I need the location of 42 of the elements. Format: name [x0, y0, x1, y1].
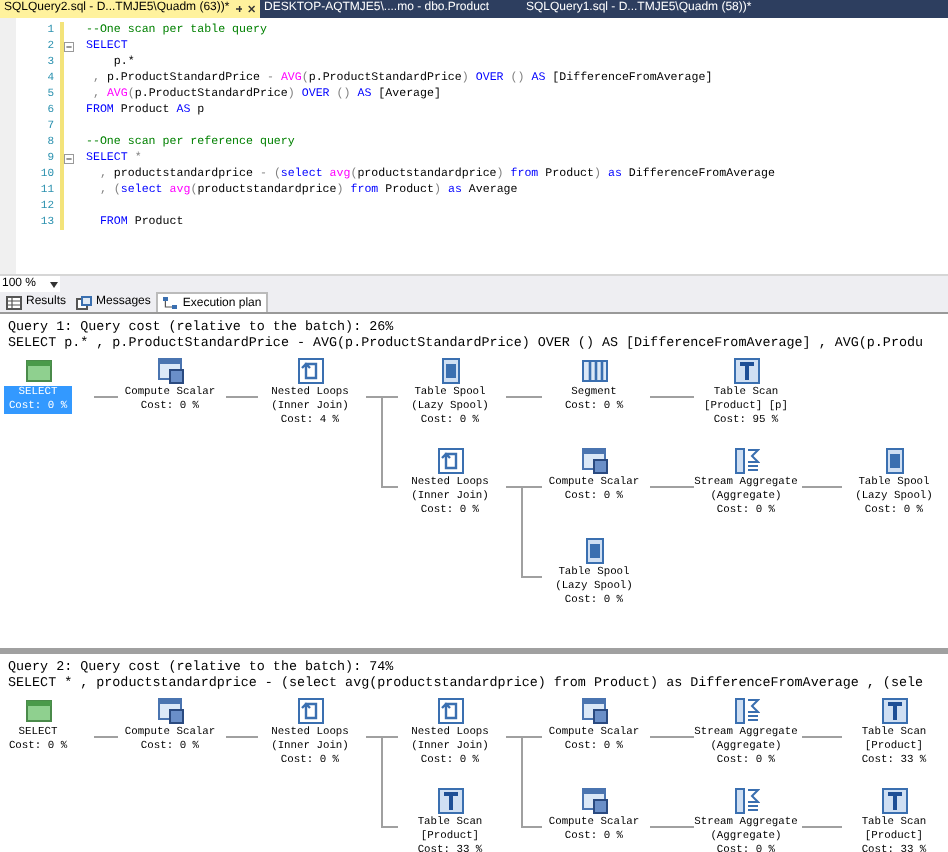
result-table-icon	[25, 698, 51, 724]
aggregate-icon	[733, 788, 759, 814]
loop-icon	[297, 698, 323, 724]
loop-icon	[437, 698, 463, 724]
aggregate-icon	[733, 698, 759, 724]
connector-line	[505, 396, 543, 398]
aggregate-icon	[733, 448, 759, 474]
plan-tree-icon	[162, 296, 179, 310]
spool-icon	[881, 448, 907, 474]
loop-icon	[437, 448, 463, 474]
connector-line	[649, 736, 695, 738]
connector-line	[225, 736, 259, 738]
calculator-table-icon	[581, 698, 607, 724]
calculator-table-icon	[157, 358, 183, 384]
grid-icon	[6, 295, 22, 309]
connector-line	[801, 826, 843, 828]
segment-icon	[581, 358, 607, 384]
close-icon[interactable]	[248, 4, 256, 14]
connector-line	[649, 486, 695, 488]
spool-icon	[581, 538, 607, 564]
spool-icon	[437, 358, 463, 384]
pin-icon[interactable]	[235, 4, 243, 14]
connector-line	[801, 486, 843, 488]
caret-icon	[50, 281, 58, 287]
connector-line	[649, 396, 695, 398]
document-icon	[76, 295, 93, 309]
table-scan-icon	[881, 788, 907, 814]
connector-line	[649, 826, 695, 828]
calculator-table-icon	[581, 788, 607, 814]
connector-line	[225, 396, 259, 398]
table-scan-icon	[881, 698, 907, 724]
table-scan-icon	[437, 788, 463, 814]
result-table-icon	[25, 358, 51, 384]
connector-line	[93, 736, 119, 738]
loop-icon	[297, 358, 323, 384]
collapse-icon[interactable]	[64, 153, 74, 163]
calculator-table-icon	[157, 698, 183, 724]
collapse-icon[interactable]	[64, 41, 74, 51]
connector-line	[93, 396, 119, 398]
table-scan-icon	[733, 358, 759, 384]
connector-line	[801, 736, 843, 738]
calculator-table-icon	[581, 448, 607, 474]
